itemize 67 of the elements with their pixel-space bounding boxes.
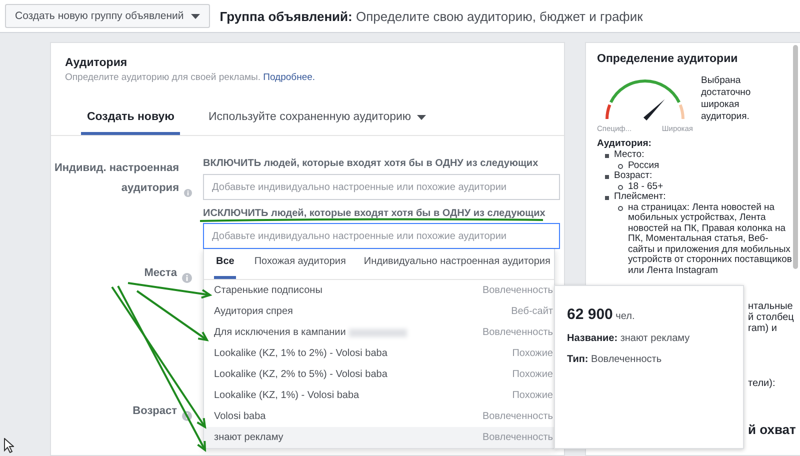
mouse-cursor-icon: [4, 438, 14, 453]
criteria-item: 18 - 65+: [628, 182, 664, 192]
audience-name: Для исключения в кампании: [214, 327, 346, 338]
criteria-item: Место:: [614, 150, 644, 160]
info-icon[interactable]: [182, 411, 192, 421]
section-subtitle: Определите аудиторию для своей рекламы. Подробнее.: [65, 72, 316, 83]
partial-heading: й охват: [748, 424, 796, 435]
partial-text: тели):: [748, 378, 776, 389]
criteria-item: Возраст:: [614, 171, 652, 182]
audience-name: Lookalike (KZ, 2% to 5%) - Volosi baba: [214, 369, 388, 380]
audience-type: Вовлеченность: [482, 285, 553, 296]
bullet-icon: [618, 164, 623, 169]
audience-type: Вовлеченность: [482, 411, 553, 422]
partial-text: й столбец: [748, 312, 795, 323]
field-label: Индивид. настроенная аудитория: [53, 161, 179, 196]
bullet-icon: [618, 206, 623, 211]
audience-type-detail: Тип: Вовлеченность: [567, 354, 663, 365]
bullet-icon: [605, 154, 609, 158]
create-ad-group-button[interactable]: Создать новую группу объявлений: [5, 4, 210, 28]
criteria-item: Россия: [628, 160, 660, 171]
criteria-item: на страницах: Лента новостей на мобильных устройствах, Лента новостей на ПК, Правая колонка на ПК, Моментальная статья, Веб-сайты и приложения для мобильных устройств от сторонних поставщиков или Лента Instagram: [628, 202, 793, 276]
partial-text: нтальные: [748, 301, 794, 312]
audience-option[interactable]: Volosi baba Вовлеченность: [204, 406, 554, 427]
criteria-item: Плейсмент:: [614, 192, 666, 202]
filter-tab[interactable]: Похожая аудитория: [254, 256, 346, 279]
audience-tab[interactable]: Создать новую: [81, 111, 180, 135]
audience-verdict: Выбрана достаточно широкая аудитория.: [701, 74, 752, 124]
bullet-icon: [618, 185, 623, 190]
filter-tab[interactable]: Индивидуально настроенная аудитория: [364, 256, 550, 279]
audience-name: Volosi baba: [214, 411, 266, 422]
audience-type: Похожие: [512, 369, 553, 380]
audience-name-detail: Название: знают рекламу: [567, 333, 691, 344]
audience-option[interactable]: Старенькие подписоны Вовлеченность: [204, 280, 554, 301]
audience-option[interactable]: Lookalike (KZ, 1% to 2%) - Volosi baba Похожие: [204, 343, 554, 364]
bullet-icon: [605, 175, 609, 179]
exclude-heading: ИСКЛЮЧИТЬ людей, которые входят хотя бы в ОДНУ из следующих: [203, 208, 546, 219]
bullet-icon: [605, 196, 609, 200]
audience-type: Похожие: [512, 348, 553, 359]
page-title: Группа объявлений: Определите свою аудиторию, бюджет и график: [220, 8, 643, 24]
caret-icon: [190, 14, 200, 18]
criteria-heading: Аудитория:: [597, 138, 652, 149]
audience-option[interactable]: Для исключения в кампании Вовлеченность: [204, 322, 554, 343]
audience-name: Аудитория спрея: [214, 306, 293, 317]
audience-size: 62 900 чел.: [567, 306, 636, 323]
audience-type: Веб-сайт: [511, 306, 553, 317]
audience-name: Старенькие подписоны: [214, 285, 322, 296]
audience-option[interactable]: Lookalike (KZ, 2% to 5%) - Volosi baba Похожие: [204, 364, 554, 385]
field-label: Возраст: [132, 404, 177, 419]
audience-type: Вовлеченность: [482, 432, 553, 443]
audience-tab[interactable]: Используйте сохраненную аудиторию: [202, 111, 432, 135]
audience-option[interactable]: знают рекламу Вовлеченность: [204, 427, 554, 448]
exclude-audience-field[interactable]: Добавьте индивидуально настроенные или похожие аудитории: [203, 223, 560, 249]
audience-type: Похожие: [512, 390, 553, 401]
audience-name: знают рекламу: [214, 432, 284, 443]
audience-name: Lookalike (KZ, 1% to 2%) - Volosi baba: [214, 348, 388, 359]
include-heading: ВКЛЮЧИТЬ людей, которые входят хотя бы в ОДНУ из следующих: [203, 158, 540, 169]
audience-option[interactable]: Lookalike (KZ, 1%) - Volosi baba Похожие: [204, 385, 554, 406]
include-audience-field[interactable]: Добавьте индивидуально настроенные или похожие аудитории: [203, 174, 560, 200]
audience-option[interactable]: Аудитория спрея Веб-сайт: [204, 301, 554, 322]
audience-name: Lookalike (KZ, 1%) - Volosi baba: [214, 390, 360, 401]
section-title: Аудитория: [65, 57, 128, 69]
field-label: Места: [144, 266, 177, 281]
learn-more-link[interactable]: Подробнее.: [263, 72, 316, 83]
panel-title: Определение аудитории: [597, 53, 739, 65]
filter-tab[interactable]: Все: [214, 256, 236, 279]
partial-text: ram) и: [748, 323, 778, 334]
audience-type: Вовлеченность: [482, 327, 553, 338]
